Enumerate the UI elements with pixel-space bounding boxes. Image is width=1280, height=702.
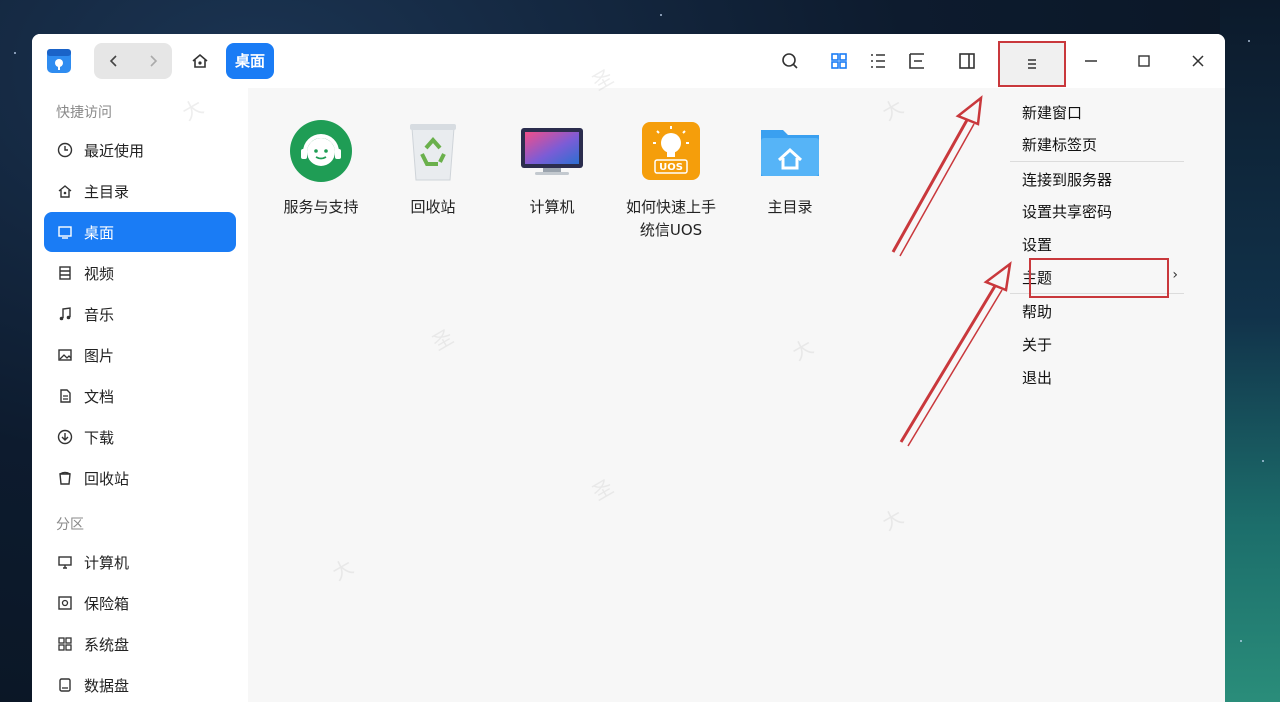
annotation-arrows: [891, 95, 1012, 447]
arrow-to-settings-item: [899, 261, 1012, 447]
arrow-to-menu-button: [891, 95, 983, 257]
